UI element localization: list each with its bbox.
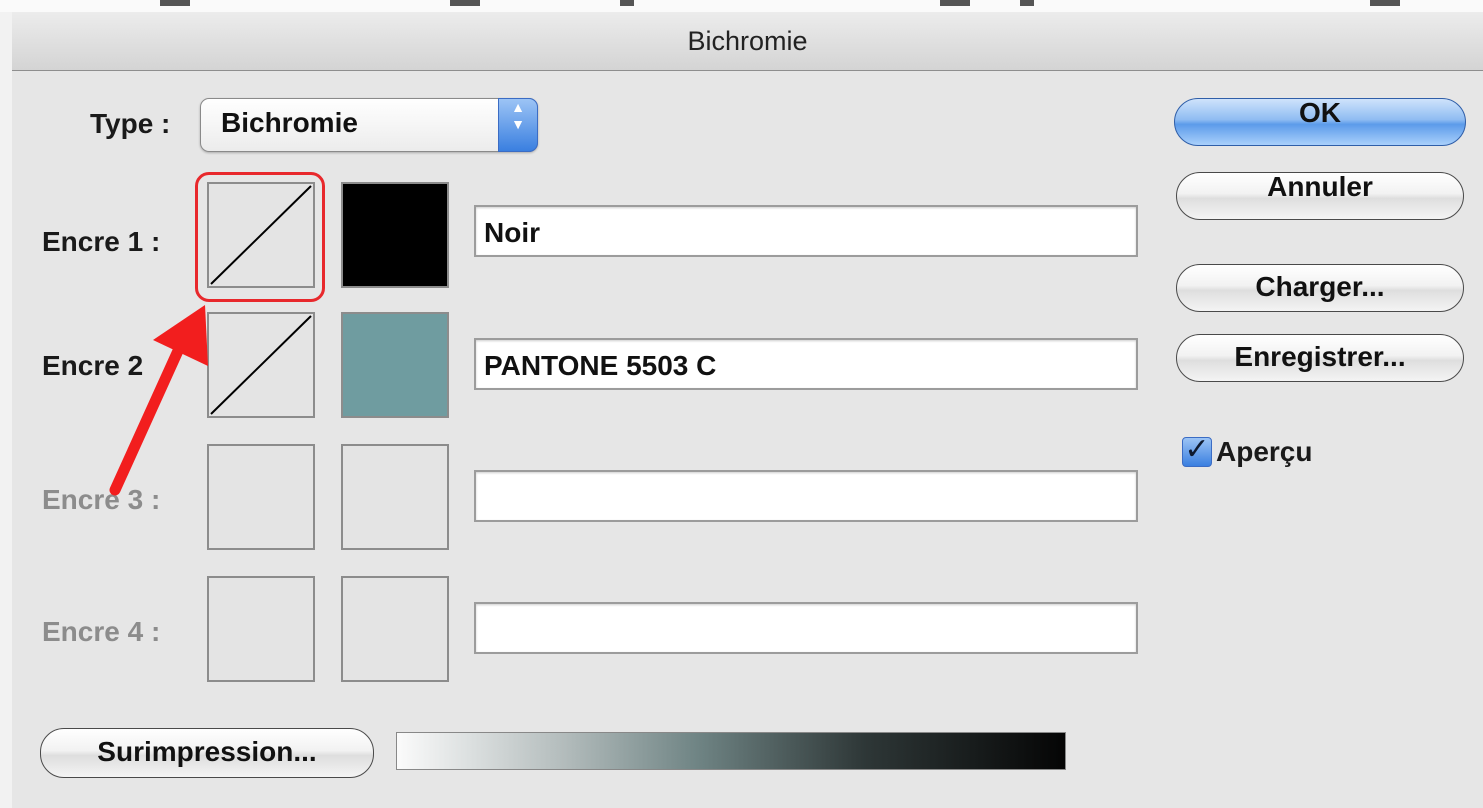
- ink2-name-value: PANTONE 5503 C: [484, 350, 717, 381]
- type-select-value: Bichromie: [221, 107, 358, 138]
- ink4-name-field[interactable]: [474, 602, 1138, 654]
- ink1-label: Encre 1 :: [42, 226, 161, 257]
- ink4-color-swatch: [341, 576, 449, 682]
- ink2-curve-swatch[interactable]: [207, 312, 315, 418]
- ink3-color-swatch: [341, 444, 449, 550]
- checkmark-icon: ✓: [1184, 433, 1210, 466]
- load-button[interactable]: Charger...: [1176, 264, 1464, 312]
- background-window-strip: [0, 0, 1483, 12]
- ink1-curve-highlight: [195, 172, 325, 302]
- ink3-curve-swatch: [207, 444, 315, 550]
- ink1-name-field[interactable]: Noir: [474, 205, 1138, 257]
- preview-checkbox[interactable]: ✓: [1182, 435, 1212, 467]
- save-button[interactable]: Enregistrer...: [1176, 334, 1464, 382]
- ink2-label: Encre 2: [42, 350, 144, 381]
- up-down-arrows-icon: ▲ ▼: [498, 98, 538, 152]
- ink-gradient-bar: [396, 732, 1066, 770]
- window-title: Bichromie: [687, 26, 808, 56]
- ok-button[interactable]: OK: [1174, 98, 1466, 146]
- ink4-curve-swatch: [207, 576, 315, 682]
- type-select[interactable]: Bichromie ▲ ▼: [200, 98, 538, 152]
- preview-label[interactable]: Aperçu: [1216, 436, 1312, 468]
- ink3-label: Encre 3 :: [42, 484, 161, 515]
- title-bar[interactable]: Bichromie: [12, 12, 1483, 71]
- ink3-name-field[interactable]: [474, 470, 1138, 522]
- ink4-label: Encre 4 :: [42, 616, 161, 647]
- ink1-color-swatch[interactable]: [341, 182, 449, 288]
- bichromie-dialog: Bichromie Type : Bichromie ▲ ▼ Encre 1 : …: [12, 12, 1483, 808]
- cancel-button[interactable]: Annuler: [1176, 172, 1464, 220]
- type-label: Type :: [90, 108, 171, 139]
- ink2-name-field[interactable]: PANTONE 5503 C: [474, 338, 1138, 390]
- ink2-color-swatch[interactable]: [341, 312, 449, 418]
- ink1-name-value: Noir: [484, 217, 540, 248]
- overprint-button[interactable]: Surimpression...: [40, 728, 374, 778]
